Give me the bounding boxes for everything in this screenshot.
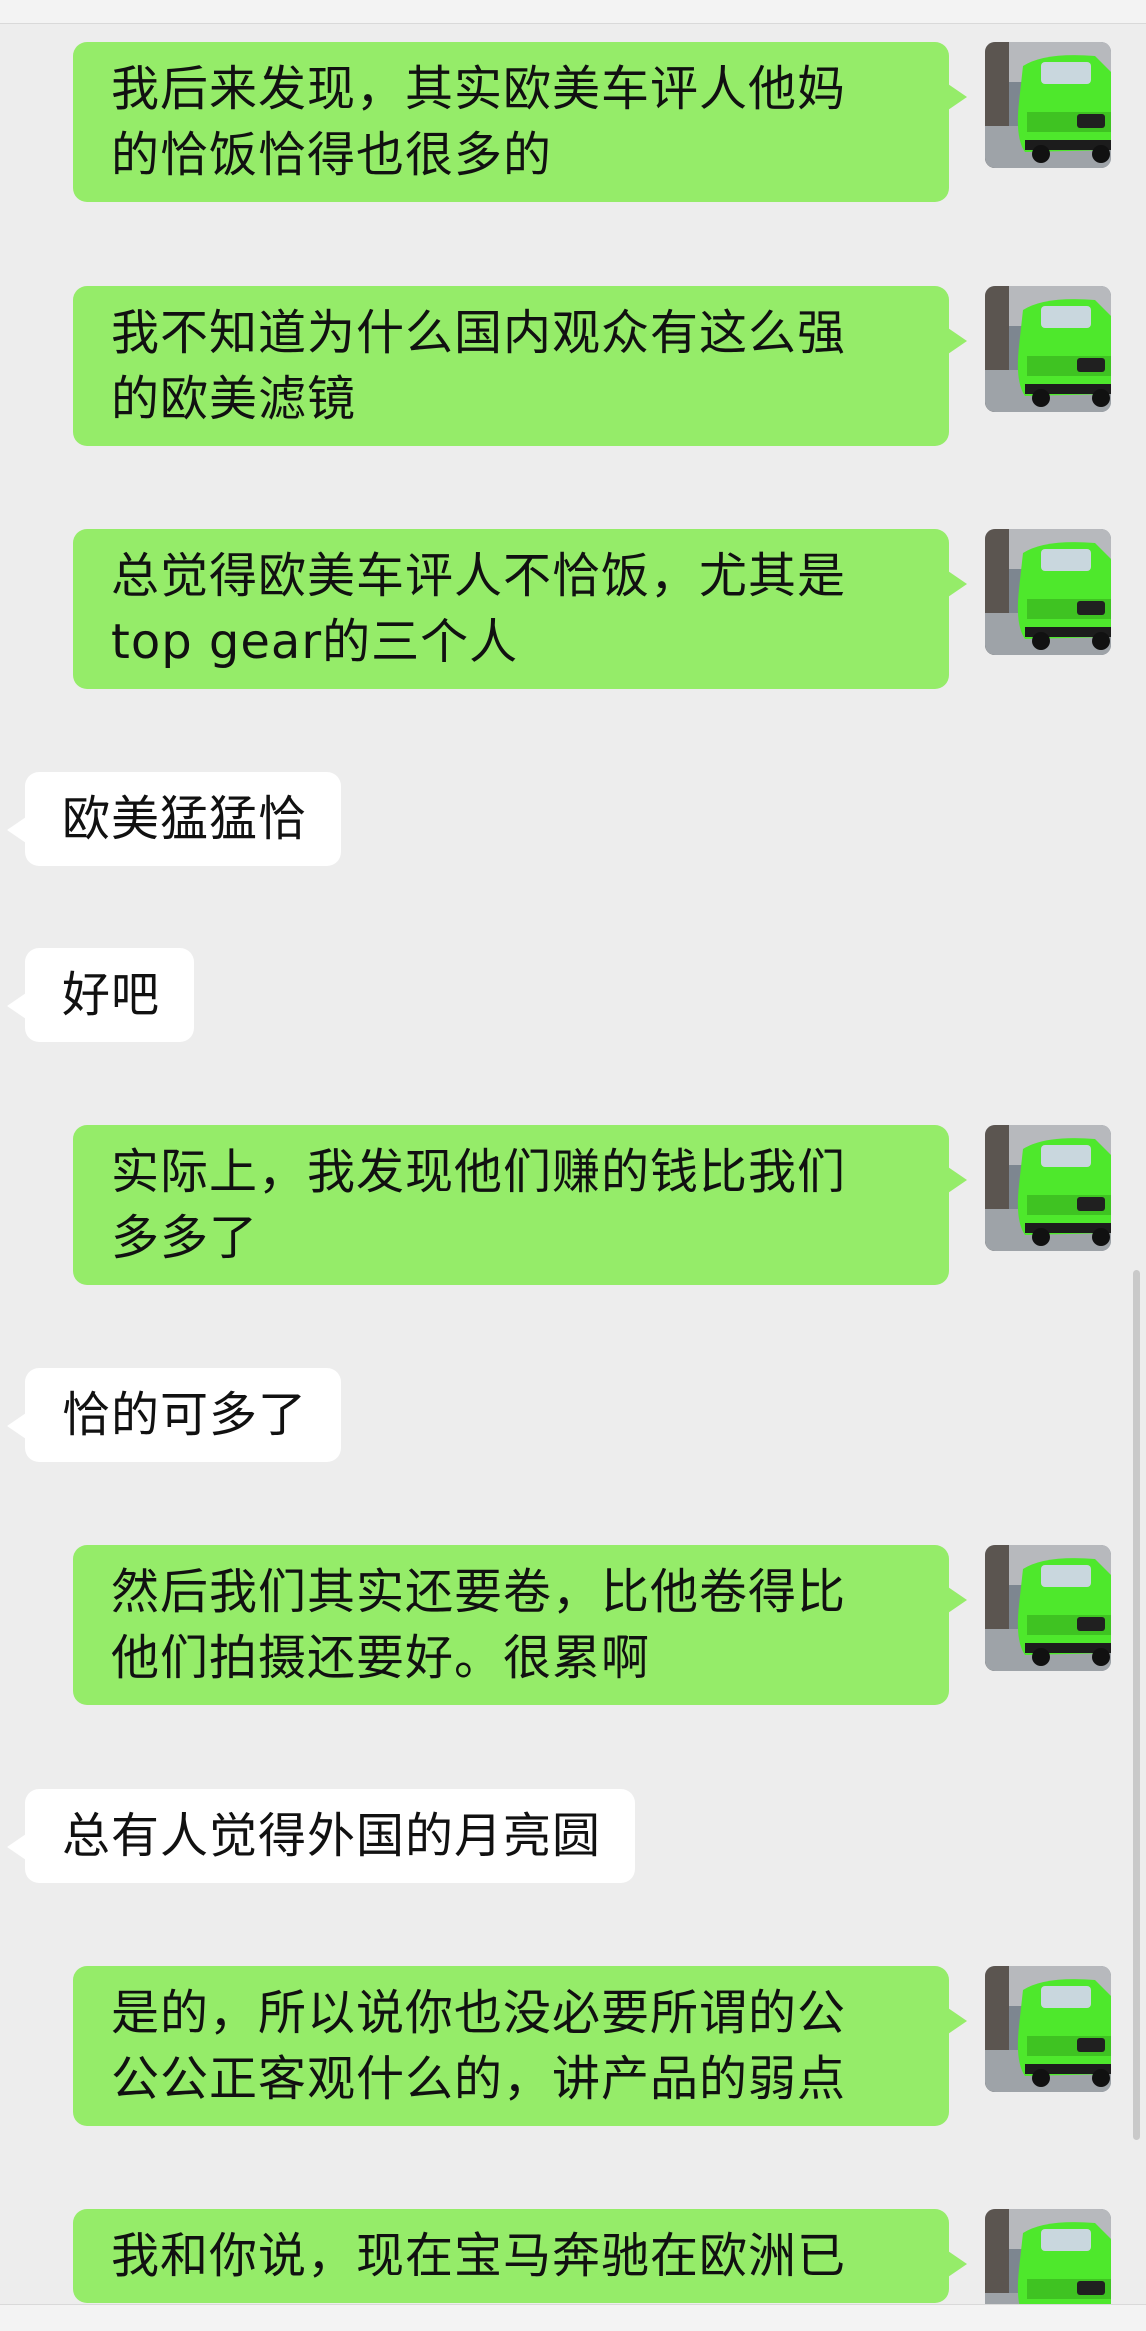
message-text: 我和你说，现在宝马奔驰在欧洲已 — [111, 2228, 847, 2284]
my-message-bubble[interactable]: 然后我们其实还要卷，比他卷得比 他们拍摄还要好。很累啊 — [73, 1545, 967, 1705]
message-text: 实际上，我发现他们赚的钱比我们 — [111, 1144, 847, 1200]
my-message-bubble[interactable]: 总觉得欧美车评人不恰饭，尤其是 top gear的三个人 — [73, 529, 967, 689]
green-car-avatar-icon — [985, 286, 1111, 412]
my-message-bubble[interactable]: 我和你说，现在宝马奔驰在欧洲已 — [73, 2209, 967, 2303]
their-message-bubble[interactable]: 总有人觉得外国的月亮圆 — [6, 1789, 636, 1883]
my-message-bubble[interactable]: 我不知道为什么国内观众有这么强 的欧美滤镜 — [73, 286, 967, 446]
my-avatar[interactable] — [985, 1545, 1111, 1671]
message-text: 好吧 — [62, 967, 161, 1023]
message-text: 的恰饭恰得也很多的 — [111, 127, 553, 183]
message-text: 公公正客观什么的，讲产品的弱点 — [111, 2051, 847, 2107]
message-text: 总觉得欧美车评人不恰饭，尤其是 — [111, 548, 847, 604]
message-text: 他们拍摄还要好。很累啊 — [111, 1630, 651, 1686]
their-message-bubble[interactable]: 恰的可多了 — [6, 1368, 342, 1462]
message-text: 是的，所以说你也没必要所谓的公 — [111, 1985, 847, 2041]
my-avatar[interactable] — [985, 1125, 1111, 1251]
green-car-avatar-icon — [985, 42, 1111, 168]
message-text: 欧美猛猛恰 — [62, 791, 308, 847]
green-car-avatar-icon — [985, 529, 1111, 655]
scrollbar[interactable] — [1133, 1270, 1140, 2140]
message-text: 的欧美滤镜 — [111, 371, 357, 427]
message-text: 恰的可多了 — [62, 1387, 308, 1443]
message-text: 然后我们其实还要卷，比他卷得比 — [111, 1564, 847, 1620]
message-text: 我不知道为什么国内观众有这么强 — [111, 305, 847, 361]
my-message-bubble[interactable]: 是的，所以说你也没必要所谓的公 公公正客观什么的，讲产品的弱点 — [73, 1966, 967, 2126]
my-avatar[interactable] — [985, 286, 1111, 412]
message-text: 多多了 — [111, 1210, 259, 1266]
bottom-bar — [0, 2304, 1146, 2331]
my-avatar[interactable] — [985, 1966, 1111, 2092]
my-message-bubble[interactable]: 我后来发现，其实欧美车评人他妈 的恰饭恰得也很多的 — [73, 42, 967, 202]
my-avatar[interactable] — [985, 529, 1111, 655]
their-message-bubble[interactable]: 欧美猛猛恰 — [6, 772, 342, 866]
green-car-avatar-icon — [985, 1125, 1111, 1251]
my-message-bubble[interactable]: 实际上，我发现他们赚的钱比我们 多多了 — [73, 1125, 967, 1285]
chat-screen: 我后来发现，其实欧美车评人他妈 的恰饭恰得也很多的 我不知道为什么国内观众有这么… — [0, 0, 1146, 2331]
their-message-bubble[interactable]: 好吧 — [6, 948, 195, 1042]
top-bar — [0, 0, 1146, 24]
green-car-avatar-icon — [985, 1545, 1111, 1671]
green-car-avatar-icon — [985, 1966, 1111, 2092]
my-avatar[interactable] — [985, 42, 1111, 168]
message-text: 我后来发现，其实欧美车评人他妈 — [111, 61, 847, 117]
message-text: 总有人觉得外国的月亮圆 — [62, 1808, 602, 1864]
message-text: top gear的三个人 — [111, 614, 519, 670]
